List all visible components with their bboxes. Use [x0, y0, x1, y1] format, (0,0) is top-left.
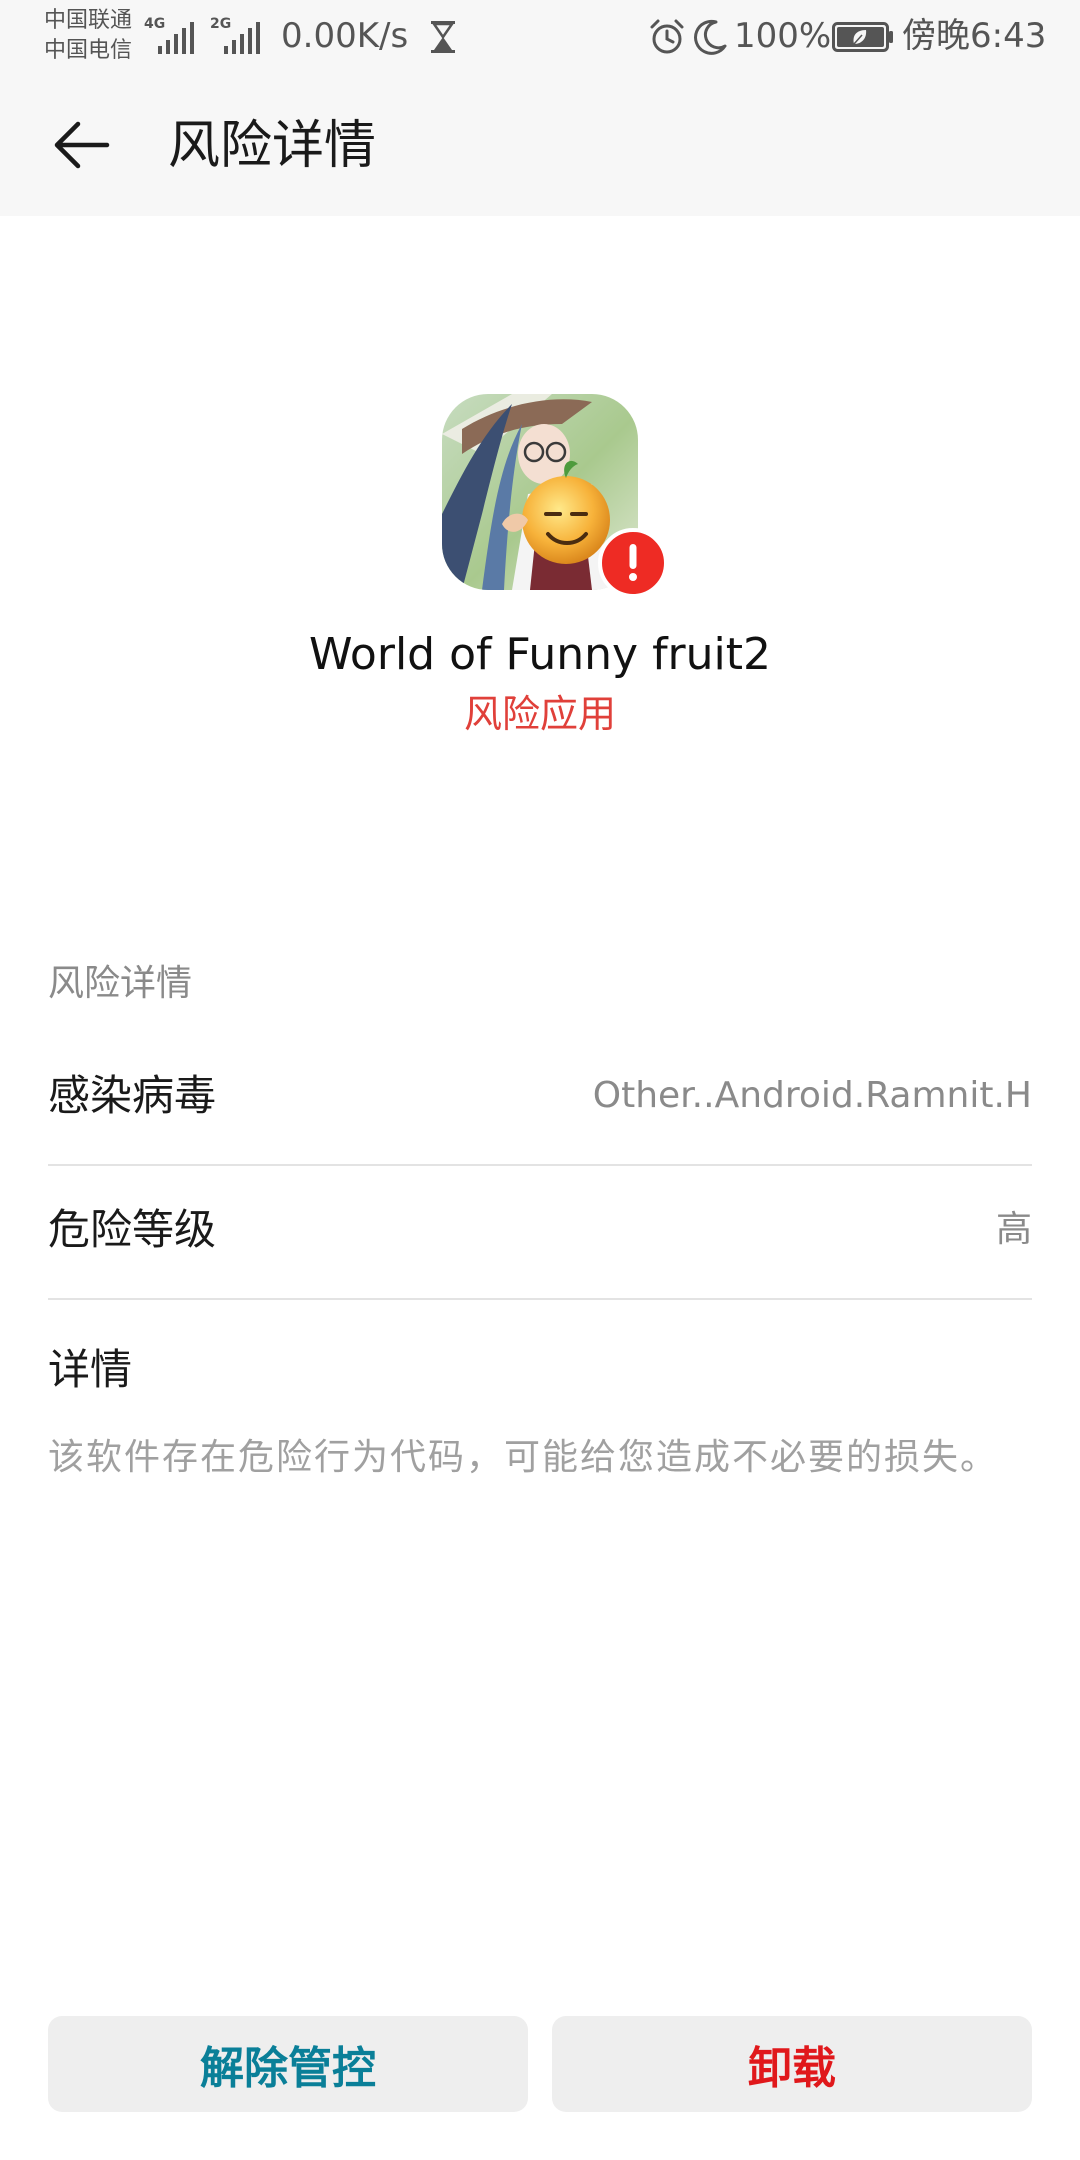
app-icon-container — [442, 394, 668, 600]
app-bar: 风险详情 — [0, 74, 1080, 216]
arrow-left-icon — [54, 121, 110, 169]
signal-icon: 4G — [144, 16, 200, 54]
moon-icon — [694, 19, 727, 55]
risk-level-row: 危险等级 高 — [48, 1166, 1032, 1300]
section-header: 风险详情 — [48, 963, 193, 1004]
app-name: World of Funny fruit2 — [309, 629, 771, 680]
signal-icon: 2G — [210, 16, 266, 54]
risk-level-label: 危险等级 — [48, 1205, 217, 1254]
carrier-names: 中国联通 中国电信 — [44, 6, 132, 66]
page-title: 风险详情 — [168, 116, 377, 176]
carrier-1-label: 中国联通 — [44, 8, 133, 33]
details-description: 该软件存在危险行为代码，可能给您造成不必要的损失。 — [48, 1437, 999, 1478]
battery-icon — [832, 22, 893, 52]
carrier-2-label: 中国电信 — [44, 38, 133, 63]
virus-label: 感染病毒 — [48, 1071, 217, 1120]
virus-row: 感染病毒 Other..Android.Ramnit.H — [48, 1032, 1032, 1166]
risk-status-label: 风险应用 — [463, 692, 616, 736]
alarm-icon — [650, 19, 684, 54]
battery-percentage: 100% — [734, 16, 832, 56]
network-speed: 0.00K/s — [281, 16, 409, 56]
hourglass-icon — [431, 21, 455, 53]
details-title: 详情 — [48, 1345, 133, 1394]
virus-value: Other..Android.Ramnit.H — [592, 1075, 1032, 1116]
status-bar: 中国联通 中国电信 4G 2G 0.00K/s 100% 傍晚6:43 — [0, 0, 1080, 74]
exclamation-icon — [629, 544, 637, 581]
uninstall-button[interactable]: 卸载 — [552, 2016, 1032, 2112]
warning-badge — [598, 528, 668, 598]
clock: 傍晚6:43 — [902, 16, 1047, 56]
release-control-button[interactable]: 解除管控 — [48, 2016, 528, 2112]
risk-level-value: 高 — [995, 1209, 1032, 1250]
back-button[interactable] — [36, 104, 128, 186]
